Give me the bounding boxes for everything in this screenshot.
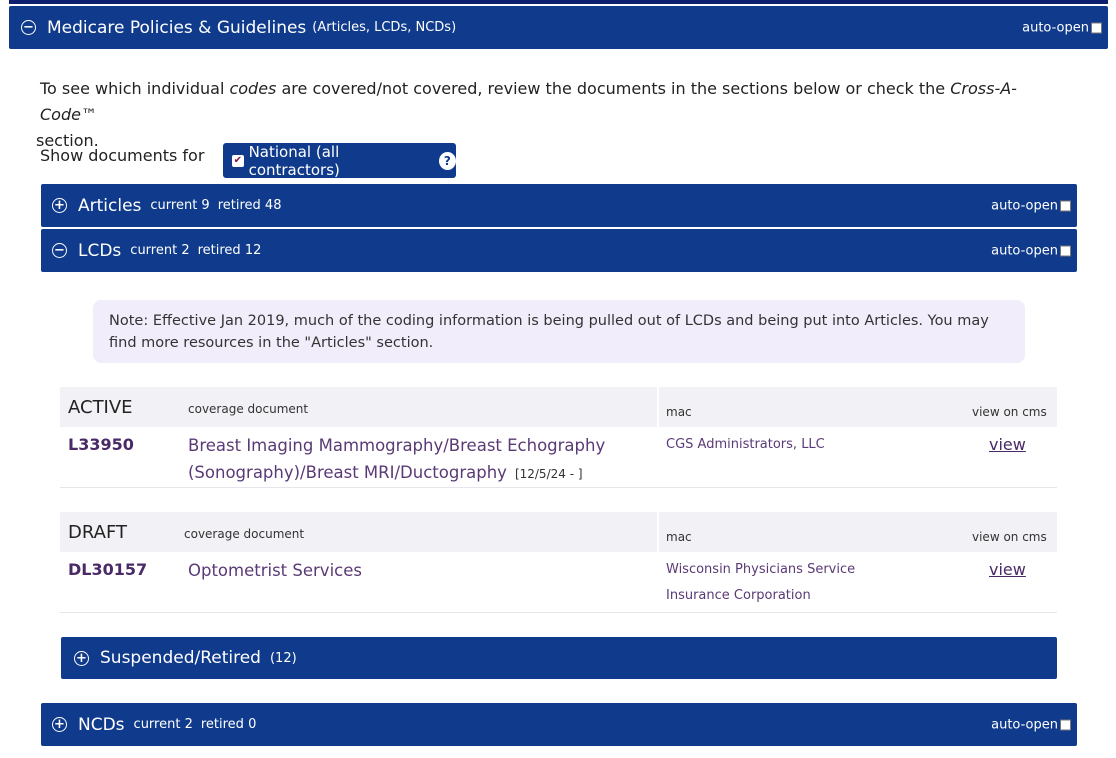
help-icon[interactable]: ?: [438, 151, 457, 170]
lcd-note: Note: Effective Jan 2019, much of the co…: [93, 300, 1025, 363]
doc-id-link[interactable]: L33950: [68, 435, 134, 454]
expand-icon[interactable]: +: [52, 717, 67, 732]
view-link[interactable]: view: [989, 560, 1026, 579]
show-documents-label: Show documents for: [40, 146, 205, 165]
expand-icon[interactable]: +: [52, 198, 67, 213]
lcds-counts: current 2 retired 12: [130, 243, 262, 258]
suspended-retired-title: Suspended/Retired: [100, 648, 261, 668]
lcds-auto-open-checkbox[interactable]: [1060, 245, 1071, 256]
table-header: ACTIVE coverage document mac view on cms: [60, 387, 1057, 427]
auto-open-label: auto-open: [1022, 20, 1089, 35]
medicare-policies-title: Medicare Policies & Guidelines: [47, 17, 307, 38]
suspended-retired-count: (12): [269, 650, 297, 666]
doc-id-link[interactable]: DL30157: [68, 560, 147, 579]
view-link[interactable]: view: [989, 435, 1026, 454]
national-filter-toggle[interactable]: ✔ National (all contractors) ?: [223, 142, 457, 179]
doc-date: [12/5/24 - ]: [514, 467, 583, 481]
collapse-icon[interactable]: −: [21, 20, 36, 35]
main-auto-open[interactable]: auto-open: [1022, 20, 1102, 35]
lcds-auto-open[interactable]: auto-open: [991, 243, 1071, 258]
articles-auto-open-checkbox[interactable]: [1060, 200, 1071, 211]
intro-text: To see which individual codes are covere…: [36, 79, 1017, 150]
ncds-bar[interactable]: + NCDs current 2 retired 0 auto-open: [41, 703, 1077, 746]
doc-title-link[interactable]: Breast Imaging Mammography/Breast Echogr…: [188, 432, 628, 488]
lcds-title: LCDs: [78, 240, 122, 261]
table-row: L33950 Breast Imaging Mammography/Breast…: [60, 427, 1057, 488]
col-coverage-document: coverage document: [184, 527, 305, 541]
col-mac: mac: [666, 405, 692, 419]
collapse-icon[interactable]: −: [52, 243, 67, 258]
top-border: [9, 0, 1108, 4]
page: − Medicare Policies & Guidelines (Articl…: [0, 0, 1116, 758]
check-icon[interactable]: ✔: [232, 154, 244, 167]
ncds-auto-open[interactable]: auto-open: [991, 717, 1071, 732]
col-mac: mac: [666, 530, 692, 544]
ncds-auto-open-checkbox[interactable]: [1060, 719, 1071, 730]
expand-icon[interactable]: +: [74, 650, 89, 666]
auto-open-checkbox[interactable]: [1091, 22, 1102, 33]
articles-auto-open[interactable]: auto-open: [991, 198, 1071, 213]
table-row: DL30157 Optometrist Services Wisconsin P…: [60, 552, 1057, 613]
medicare-policies-bar[interactable]: − Medicare Policies & Guidelines (Articl…: [9, 6, 1108, 49]
mac-name: Wisconsin Physicians Service Insurance C…: [666, 562, 856, 603]
articles-counts: current 9 retired 48: [150, 198, 282, 213]
national-label: National (all contractors): [248, 142, 340, 179]
active-table: ACTIVE coverage document mac view on cms…: [60, 387, 1057, 488]
draft-table: DRAFT coverage document mac view on cms …: [60, 512, 1057, 613]
ncds-title: NCDs: [78, 714, 125, 735]
ncds-counts: current 2 retired 0: [133, 717, 257, 732]
col-view-on-cms: view on cms: [972, 530, 1047, 544]
status-active: ACTIVE: [68, 397, 133, 418]
medicare-policies-subtitle: (Articles, LCDs, NCDs): [312, 20, 457, 35]
suspended-retired-bar[interactable]: + Suspended/Retired (12): [61, 637, 1057, 679]
status-draft: DRAFT: [68, 522, 127, 543]
doc-title-link[interactable]: Optometrist Services: [188, 557, 628, 584]
lcds-bar[interactable]: − LCDs current 2 retired 12 auto-open: [41, 229, 1077, 272]
col-coverage-document: coverage document: [188, 402, 309, 416]
articles-bar[interactable]: + Articles current 9 retired 48 auto-open: [41, 184, 1077, 227]
col-view-on-cms: view on cms: [972, 405, 1047, 419]
mac-name: CGS Administrators, LLC: [666, 437, 825, 452]
table-header: DRAFT coverage document mac view on cms: [60, 512, 1057, 552]
articles-title: Articles: [78, 195, 142, 216]
